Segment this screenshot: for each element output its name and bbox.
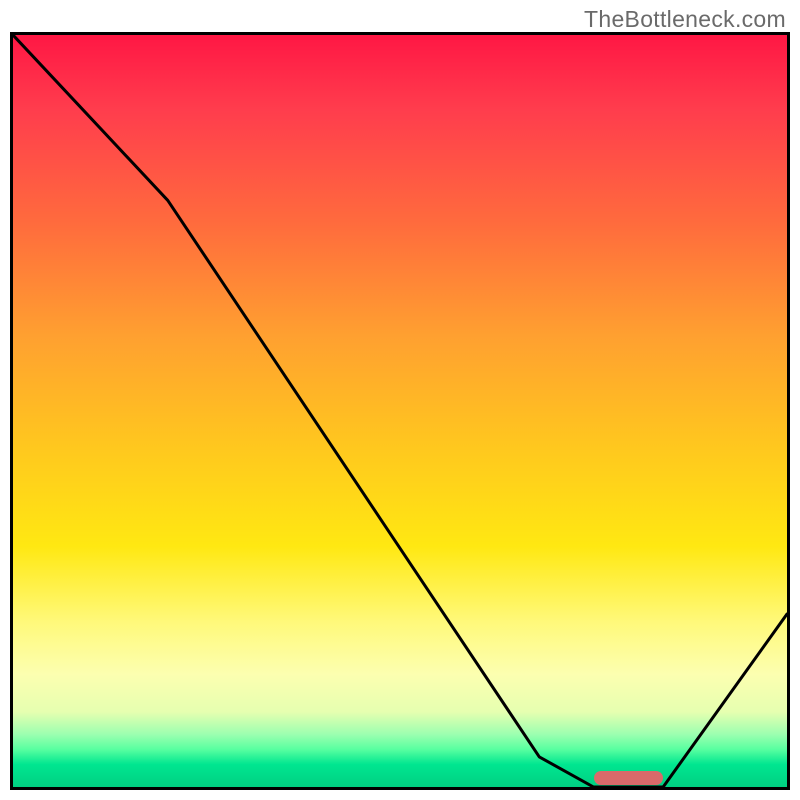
chart-frame — [10, 32, 790, 790]
bottleneck-curve — [13, 35, 787, 787]
watermark-text: TheBottleneck.com — [584, 6, 786, 33]
optimal-range-marker — [594, 771, 664, 785]
